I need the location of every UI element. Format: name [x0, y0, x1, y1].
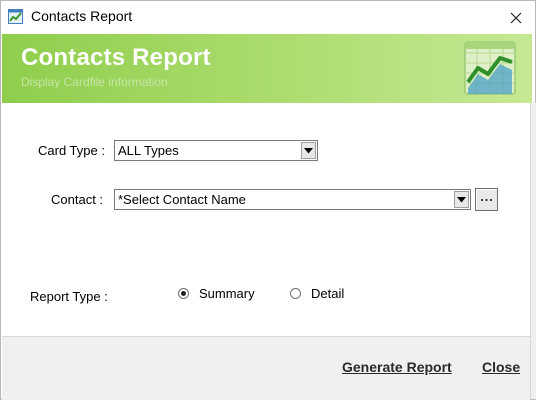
report-chart-icon — [8, 9, 23, 24]
radio-detail-indicator[interactable] — [290, 288, 301, 299]
contact-value: *Select Contact Name — [118, 192, 246, 207]
close-icon — [510, 12, 522, 23]
chevron-down-icon[interactable] — [301, 142, 316, 159]
ellipsis-icon — [481, 198, 492, 201]
radio-detail-label: Detail — [311, 286, 345, 301]
contact-label: Contact : — [51, 192, 104, 207]
dialog-footer: Generate Report Close — [2, 336, 530, 400]
window-title: Contacts Report — [31, 8, 133, 24]
close-window-button[interactable] — [497, 1, 535, 34]
generate-report-button[interactable]: Generate Report — [342, 359, 452, 375]
contact-select[interactable]: *Select Contact Name — [114, 189, 471, 210]
report-chart-icon — [464, 41, 516, 95]
right-edge-strip — [530, 103, 536, 399]
title-bar: Contacts Report — [1, 1, 535, 34]
card-type-select[interactable]: ALL Types — [114, 140, 318, 161]
report-type-label: Report Type : — [30, 289, 108, 304]
contacts-report-window: Contacts Report Contacts Report Display … — [0, 0, 536, 400]
header-banner: Contacts Report Display Cardfile informa… — [2, 34, 532, 103]
radio-summary-indicator[interactable] — [178, 288, 189, 299]
radio-detail[interactable]: Detail — [290, 286, 344, 301]
radio-summary-label: Summary — [199, 286, 255, 301]
browse-contacts-button[interactable] — [475, 188, 498, 211]
card-type-label: Card Type : — [38, 143, 105, 158]
chevron-down-icon[interactable] — [454, 191, 469, 208]
close-button[interactable]: Close — [482, 359, 520, 375]
banner-heading: Contacts Report — [21, 44, 211, 71]
radio-summary[interactable]: Summary — [178, 286, 255, 301]
banner-subheading: Display Cardfile information — [21, 75, 168, 89]
card-type-value: ALL Types — [118, 143, 179, 158]
